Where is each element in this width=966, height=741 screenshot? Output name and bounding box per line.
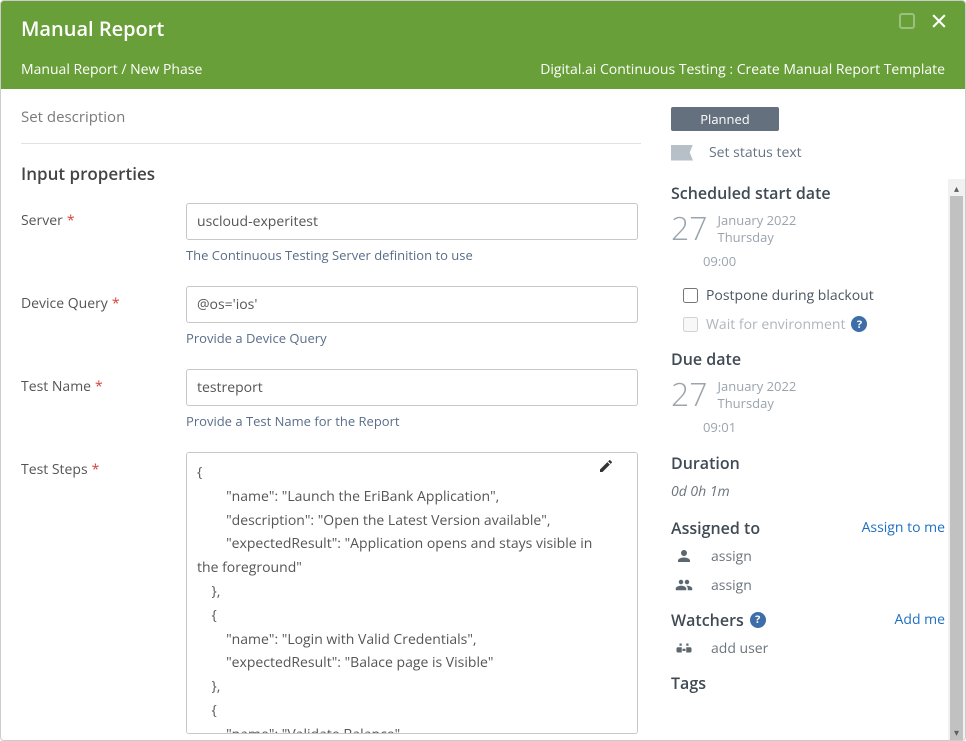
server-input[interactable] — [186, 203, 638, 240]
postpone-checkbox[interactable] — [683, 288, 698, 303]
field-device-query: Device Query* Provide a Device Query — [21, 286, 641, 347]
due-time[interactable]: 09:01 — [703, 418, 945, 436]
test-name-help: Provide a Test Name for the Report — [186, 412, 641, 430]
add-me-link[interactable]: Add me — [895, 610, 945, 629]
flag-icon — [671, 145, 693, 161]
close-button[interactable] — [929, 11, 949, 36]
device-query-input[interactable] — [186, 286, 638, 323]
modal-title: Manual Report — [21, 15, 945, 42]
field-test-name: Test Name* Provide a Test Name for the R… — [21, 369, 641, 430]
toggle-icon[interactable] — [899, 13, 915, 29]
assign-team-placeholder: assign — [711, 576, 752, 595]
due-date[interactable]: 27 January 2022 Thursday — [671, 378, 945, 412]
field-label-server: Server* — [21, 203, 186, 230]
edit-button[interactable] — [598, 458, 614, 479]
device-query-help: Provide a Device Query — [186, 329, 641, 347]
person-icon — [675, 547, 697, 565]
required-marker: * — [67, 211, 75, 230]
status-badge[interactable]: Planned — [671, 107, 779, 131]
postpone-label: Postpone during blackout — [706, 286, 874, 305]
add-watcher-row[interactable]: add user — [671, 639, 945, 658]
required-marker: * — [92, 460, 100, 479]
server-help: The Continuous Testing Server definition… — [186, 246, 641, 264]
people-icon — [675, 576, 697, 594]
close-icon — [929, 11, 949, 31]
help-icon[interactable]: ? — [750, 612, 766, 628]
field-server: Server* The Continuous Testing Server de… — [21, 203, 641, 264]
binoculars-icon — [675, 639, 697, 657]
assign-user-placeholder: assign — [711, 547, 752, 566]
tags-heading: Tags — [671, 672, 945, 694]
field-label-device-query: Device Query* — [21, 286, 186, 313]
scrollbar-thumb[interactable] — [950, 196, 963, 740]
field-label-test-name: Test Name* — [21, 369, 186, 396]
duration-value: 0d 0h 1m — [671, 482, 945, 501]
scroll-down-arrow[interactable]: ▾ — [948, 723, 965, 740]
status-text-row[interactable]: Set status text — [671, 143, 945, 162]
header-subrow: Manual Report / New Phase Digital.ai Con… — [21, 60, 945, 79]
scheduled-meta: January 2022 Thursday — [718, 212, 797, 246]
product-label: Digital.ai Continuous Testing : Create M… — [540, 60, 945, 79]
test-steps-textarea[interactable] — [186, 452, 638, 734]
assign-team-row[interactable]: assign — [671, 576, 945, 595]
breadcrumb[interactable]: Manual Report / New Phase — [21, 60, 202, 79]
due-meta: January 2022 Thursday — [718, 378, 797, 412]
divider — [21, 143, 641, 144]
outer-scrollbar[interactable]: ▴ ▾ — [948, 179, 965, 740]
watchers-heading: Watchers — [671, 609, 744, 631]
section-title: Input properties — [21, 162, 641, 185]
field-test-steps: Test Steps* — [21, 452, 641, 739]
postpone-row[interactable]: Postpone during blackout — [671, 286, 945, 305]
add-watcher-placeholder: add user — [711, 639, 768, 658]
test-name-input[interactable] — [186, 369, 638, 406]
wait-env-checkbox — [683, 317, 698, 332]
scheduled-time[interactable]: 09:00 — [703, 252, 945, 270]
description-placeholder[interactable]: Set description — [21, 107, 641, 127]
wait-env-label: Wait for environment — [706, 315, 845, 334]
wait-env-row: Wait for environment ? — [671, 315, 945, 334]
assign-to-me-link[interactable]: Assign to me — [862, 518, 945, 537]
assigned-heading: Assigned to — [671, 517, 760, 539]
assign-user-row[interactable]: assign — [671, 547, 945, 566]
field-label-test-steps: Test Steps* — [21, 452, 186, 479]
assigned-head: Assigned to Assign to me — [671, 517, 945, 539]
scheduled-date[interactable]: 27 January 2022 Thursday — [671, 212, 945, 246]
modal-body: Set description Input properties Server*… — [1, 89, 965, 740]
main-panel: Set description Input properties Server*… — [1, 89, 661, 740]
modal-dialog: Manual Report Manual Report / New Phase … — [0, 0, 966, 741]
scroll-up-arrow[interactable]: ▴ — [948, 179, 965, 196]
status-text-placeholder: Set status text — [709, 143, 802, 162]
watchers-head: Watchers ? Add me — [671, 609, 945, 631]
scheduled-heading: Scheduled start date — [671, 182, 945, 204]
due-day: 27 — [671, 379, 708, 411]
required-marker: * — [95, 377, 103, 396]
modal-header: Manual Report Manual Report / New Phase … — [1, 1, 965, 89]
due-heading: Due date — [671, 348, 945, 370]
pencil-icon — [598, 458, 614, 474]
required-marker: * — [112, 294, 120, 313]
scheduled-day: 27 — [671, 213, 708, 245]
help-icon[interactable]: ? — [851, 316, 867, 332]
sidebar-panel: Planned Set status text Scheduled start … — [661, 89, 965, 740]
duration-heading: Duration — [671, 452, 945, 474]
